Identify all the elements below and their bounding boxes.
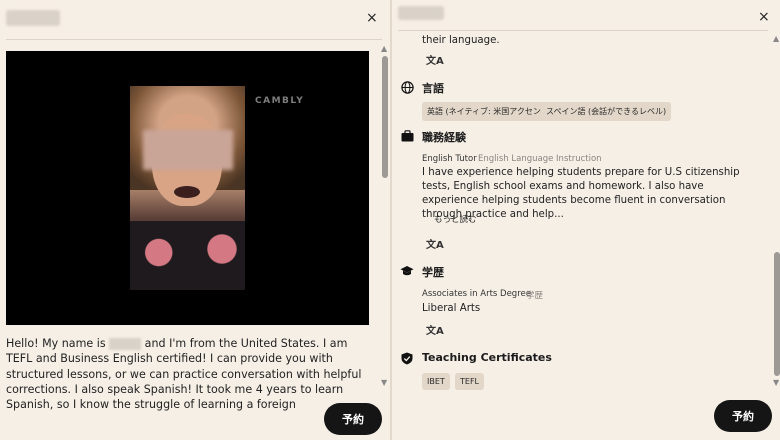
close-icon[interactable]: ×	[758, 10, 770, 24]
book-button[interactable]: 予約	[324, 403, 382, 435]
globe-icon	[400, 80, 414, 94]
experience-title: 職務経験	[422, 131, 466, 144]
left-scrollbar-thumb[interactable]	[382, 56, 388, 178]
right-scrollbar-thumb[interactable]	[774, 252, 780, 376]
redacted-name	[109, 338, 142, 350]
close-icon[interactable]: ×	[366, 11, 378, 25]
blurred-eyes	[143, 130, 233, 170]
experience-field: English Language Instruction	[478, 154, 602, 164]
languages-title: 言語	[422, 82, 444, 95]
certificate-chip-ibet: IBET	[422, 373, 450, 390]
education-title: 学歴	[422, 266, 444, 279]
language-chip-spanish: スペイン語 (会話ができるレベル)	[541, 102, 672, 121]
translate-icon[interactable]: 文A	[426, 52, 444, 67]
tutor-video-frame	[130, 86, 245, 290]
tutor-bio: Hello! My name is and I'm from the Unite…	[6, 337, 362, 412]
blurred-header	[398, 6, 444, 20]
translate-icon[interactable]: 文A	[426, 236, 444, 251]
right-scrollbar[interactable]: ▲ ▼	[773, 34, 780, 388]
experience-role: English Tutor	[422, 154, 477, 164]
certificate-badge-icon	[400, 351, 414, 365]
briefcase-icon	[400, 129, 414, 143]
tutor-video-panel: × CAMBLY Hello! My name is and I'm from …	[0, 0, 390, 440]
left-scrollbar[interactable]: ▲ ▼	[381, 44, 388, 388]
blurred-tutor-name	[6, 10, 60, 26]
education-degree-tag: 学歴	[526, 291, 544, 301]
book-button[interactable]: 予約	[714, 400, 772, 432]
header-divider	[398, 30, 768, 31]
certificate-chip-tefl: TEFL	[455, 373, 484, 390]
top-truncated-text: their language.	[422, 35, 500, 46]
education-major: Liberal Arts	[422, 303, 481, 314]
header-divider	[6, 39, 382, 40]
translate-icon[interactable]: 文A	[426, 322, 444, 337]
intro-video[interactable]: CAMBLY	[6, 51, 369, 325]
certificates-title: Teaching Certificates	[422, 351, 552, 364]
tutor-profile-panel: × their language. 文A 言語 英語 (ネイティブ: 米国アクセ…	[392, 0, 780, 440]
video-watermark: CAMBLY	[255, 96, 305, 106]
graduation-cap-icon	[400, 264, 414, 278]
read-more-link[interactable]: もっと読む	[434, 213, 477, 225]
language-chip-english: 英語 (ネイティブ: 米国アクセント)	[422, 102, 557, 121]
education-degree: Associates in Arts Degree	[422, 289, 531, 299]
